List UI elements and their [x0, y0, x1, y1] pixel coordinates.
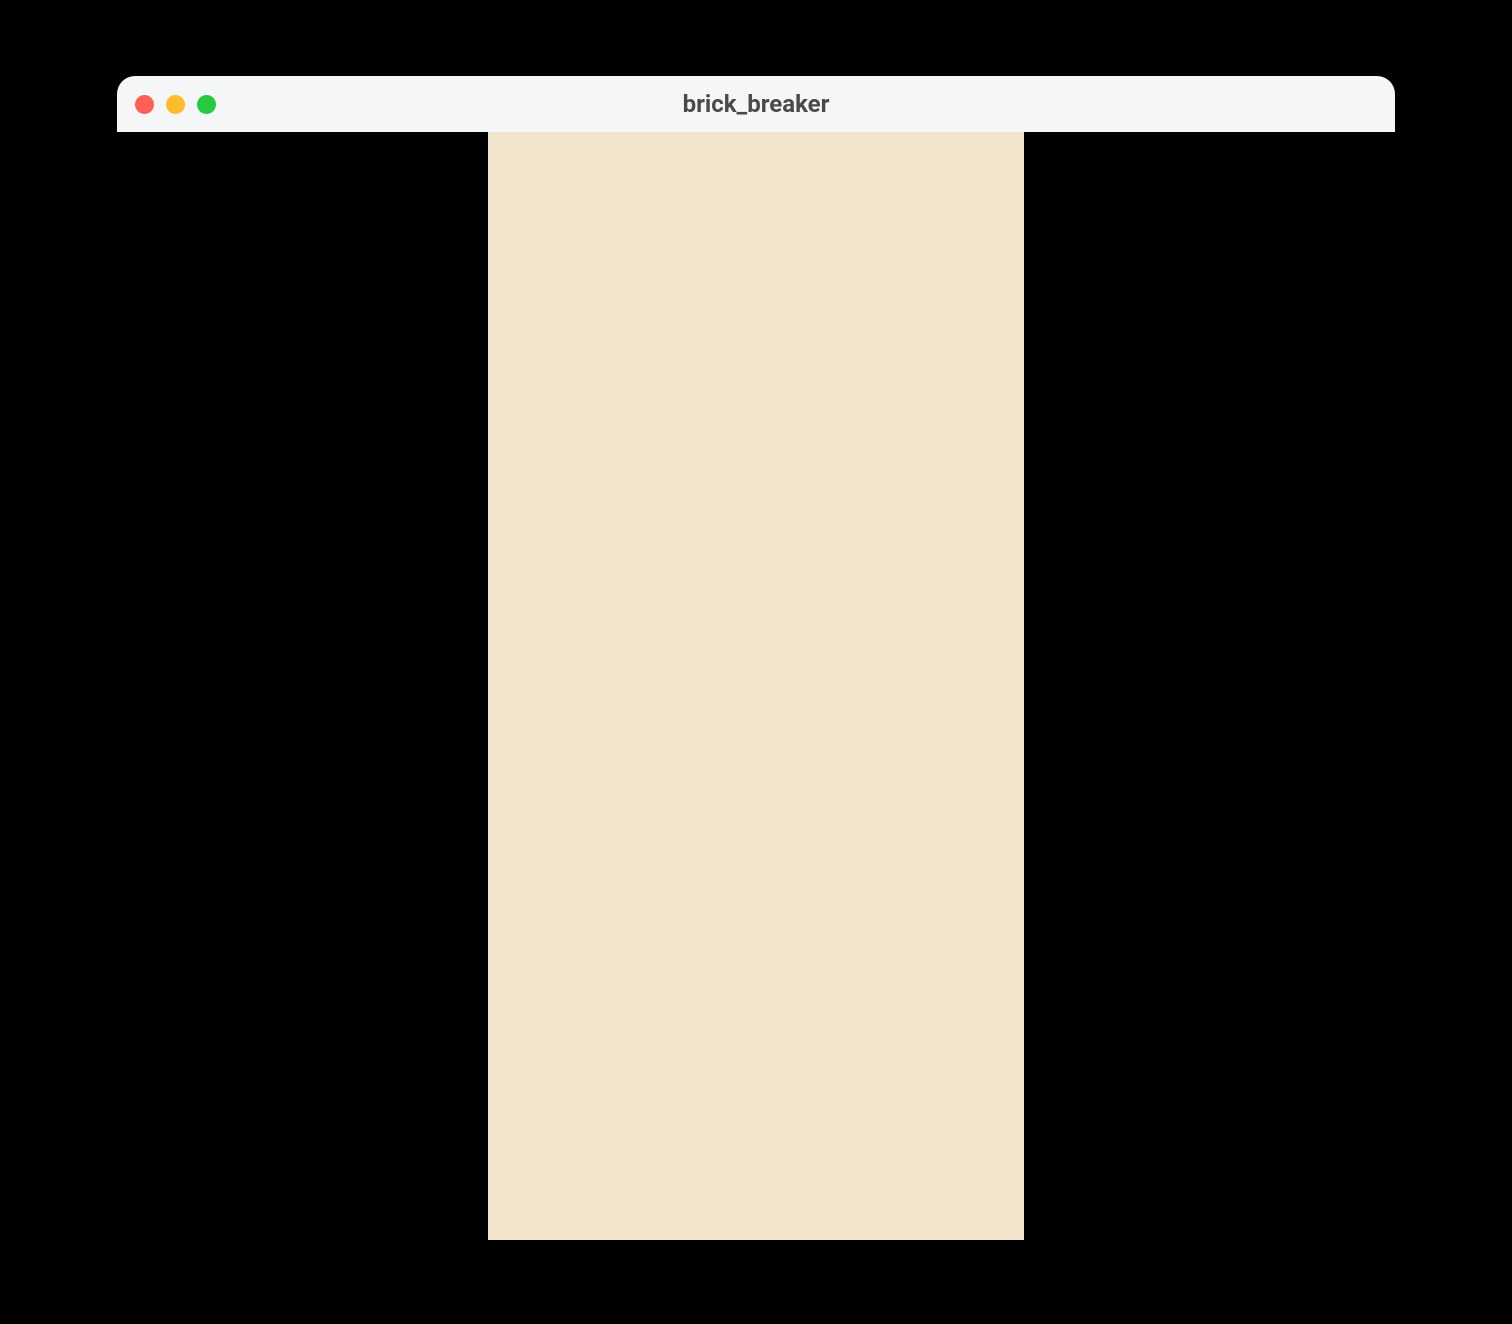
- window-title: brick_breaker: [117, 90, 1395, 118]
- window-titlebar[interactable]: brick_breaker: [117, 76, 1395, 132]
- game-canvas[interactable]: [488, 132, 1024, 1240]
- traffic-lights-group: [135, 95, 216, 114]
- close-window-button[interactable]: [135, 95, 154, 114]
- window-content: [117, 132, 1395, 1240]
- zoom-window-button[interactable]: [197, 95, 216, 114]
- minimize-window-button[interactable]: [166, 95, 185, 114]
- app-window: brick_breaker: [117, 76, 1395, 1240]
